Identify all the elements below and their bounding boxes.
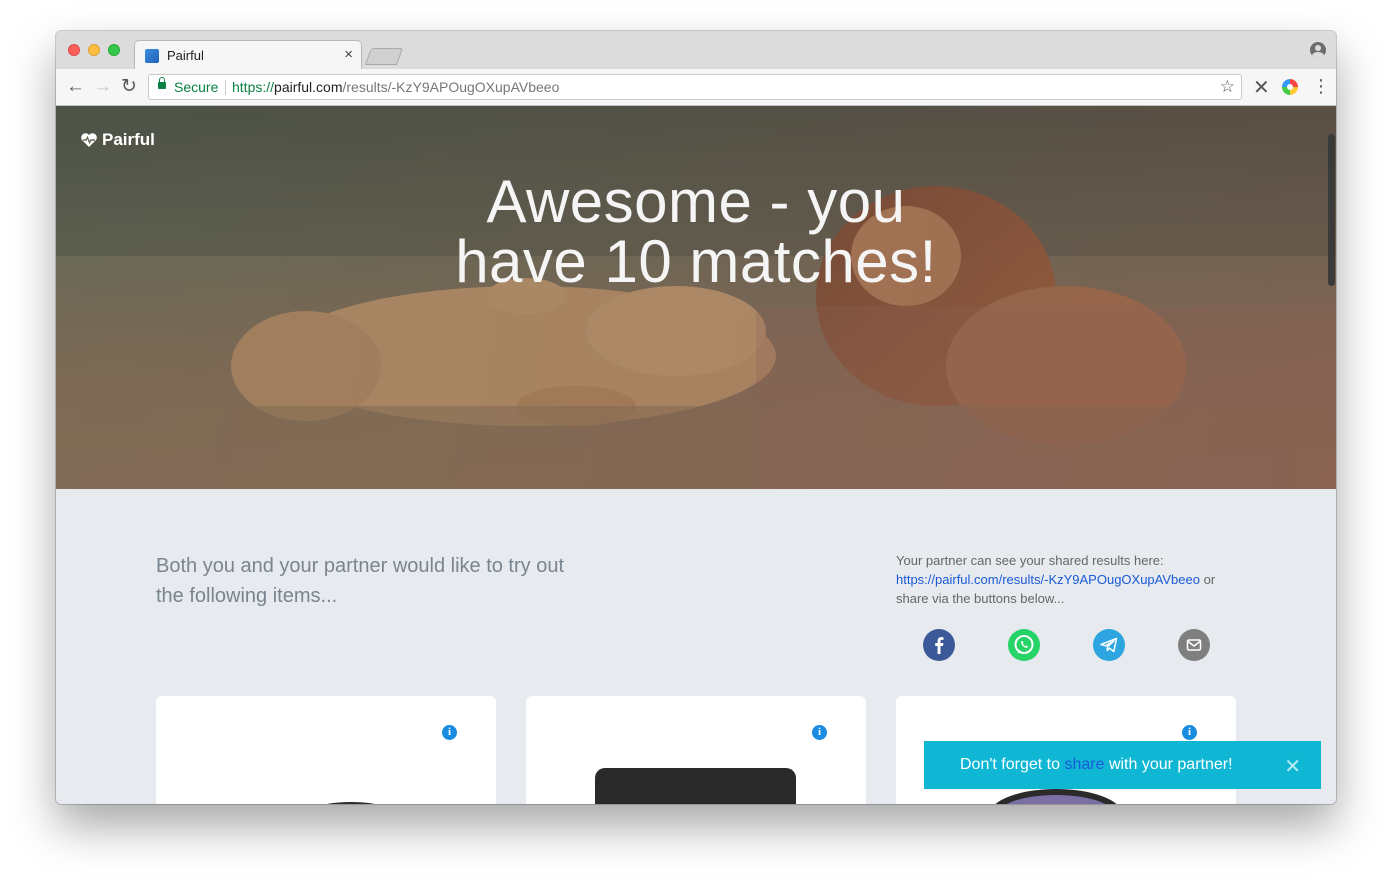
toast-share-link[interactable]: share — [1064, 756, 1104, 773]
card-image — [327, 802, 375, 804]
address-bar[interactable]: Secure https://pairful.com/results/-KzY9… — [148, 74, 1242, 100]
tab-strip: Pairful × — [56, 31, 1336, 70]
whatsapp-icon — [1014, 635, 1034, 654]
share-text-before: Your partner can see your shared results… — [896, 553, 1164, 568]
match-card[interactable]: i — [156, 696, 496, 804]
facebook-icon — [935, 637, 944, 654]
hero-overlay — [56, 106, 1336, 489]
new-tab-button[interactable] — [364, 48, 404, 65]
match-card[interactable]: i — [526, 696, 866, 804]
profile-icon[interactable] — [1310, 42, 1326, 58]
tab-pairful[interactable]: Pairful × — [134, 40, 362, 70]
hero-banner: Pairful Awesome - you have 10 matches! — [56, 106, 1336, 489]
zoom-window-button[interactable] — [108, 44, 120, 56]
minimize-window-button[interactable] — [88, 44, 100, 56]
browser-toolbar: ← → ↻ Secure https://pairful.com/results… — [56, 69, 1336, 106]
page-scrollbar[interactable] — [1328, 134, 1335, 286]
intro-text: Both you and your partner would like to … — [156, 555, 565, 607]
whatsapp-share-button[interactable] — [1008, 629, 1040, 661]
brand-name: Pairful — [102, 130, 155, 149]
toast-message: Don't forget to share with your partner! — [960, 756, 1233, 774]
email-icon — [1186, 639, 1202, 651]
secure-label: Secure — [174, 79, 219, 95]
reload-icon[interactable]: ↻ — [121, 75, 137, 99]
url-divider — [225, 80, 226, 95]
toast-close-icon[interactable]: ✕ — [1284, 754, 1301, 779]
heart-pulse-icon — [81, 133, 97, 147]
facebook-share-button[interactable] — [923, 629, 955, 661]
back-arrow-icon[interactable]: ← — [66, 75, 85, 99]
toast-text-after: with your partner! — [1108, 756, 1233, 773]
brand-logo[interactable]: Pairful — [80, 130, 155, 150]
url-host: pairful.com — [274, 79, 343, 95]
toast-text-before: Don't forget to — [960, 756, 1060, 773]
window-controls — [68, 44, 120, 56]
share-info: Your partner can see your shared results… — [896, 551, 1226, 608]
extension-color-icon[interactable] — [1282, 79, 1298, 95]
telegram-share-button[interactable] — [1093, 629, 1125, 661]
tab-title: Pairful — [167, 48, 204, 63]
share-text-after: share via the buttons below... — [896, 591, 1065, 606]
email-share-button[interactable] — [1178, 629, 1210, 661]
url-scheme: https:// — [232, 79, 275, 95]
url-text: https://pairful.com/results/-KzY9APOugOX… — [232, 79, 559, 95]
url-path: /results/-KzY9APOugOXupAVbeeo — [342, 79, 560, 95]
page-title-line-1: Awesome - you — [486, 168, 906, 235]
page-viewport: Pairful Awesome - you have 10 matches! B… — [56, 106, 1336, 804]
lock-icon — [158, 77, 166, 89]
bookmark-star-icon[interactable]: ☆ — [1220, 77, 1235, 97]
telegram-icon — [1100, 637, 1118, 653]
favicon-icon — [145, 49, 159, 63]
share-reminder-toast: Don't forget to share with your partner!… — [924, 741, 1321, 789]
browser-window: Pairful × ← → ↻ Secure https://pairful.c… — [56, 31, 1336, 804]
forward-arrow-icon[interactable]: → — [93, 75, 112, 99]
page-title-line-2: have 10 matches! — [455, 228, 937, 295]
card-image — [595, 768, 796, 804]
share-results-link[interactable]: https://pairful.com/results/-KzY9APOugOX… — [896, 572, 1200, 587]
page-title: Awesome - you have 10 matches! — [376, 172, 1016, 292]
tab-close-icon[interactable]: × — [344, 46, 353, 63]
share-text-or: or — [1203, 572, 1216, 587]
extension-x-icon[interactable]: ✕ — [1253, 75, 1270, 100]
kebab-menu-icon[interactable]: ⋮ — [1312, 76, 1330, 97]
close-window-button[interactable] — [68, 44, 80, 56]
